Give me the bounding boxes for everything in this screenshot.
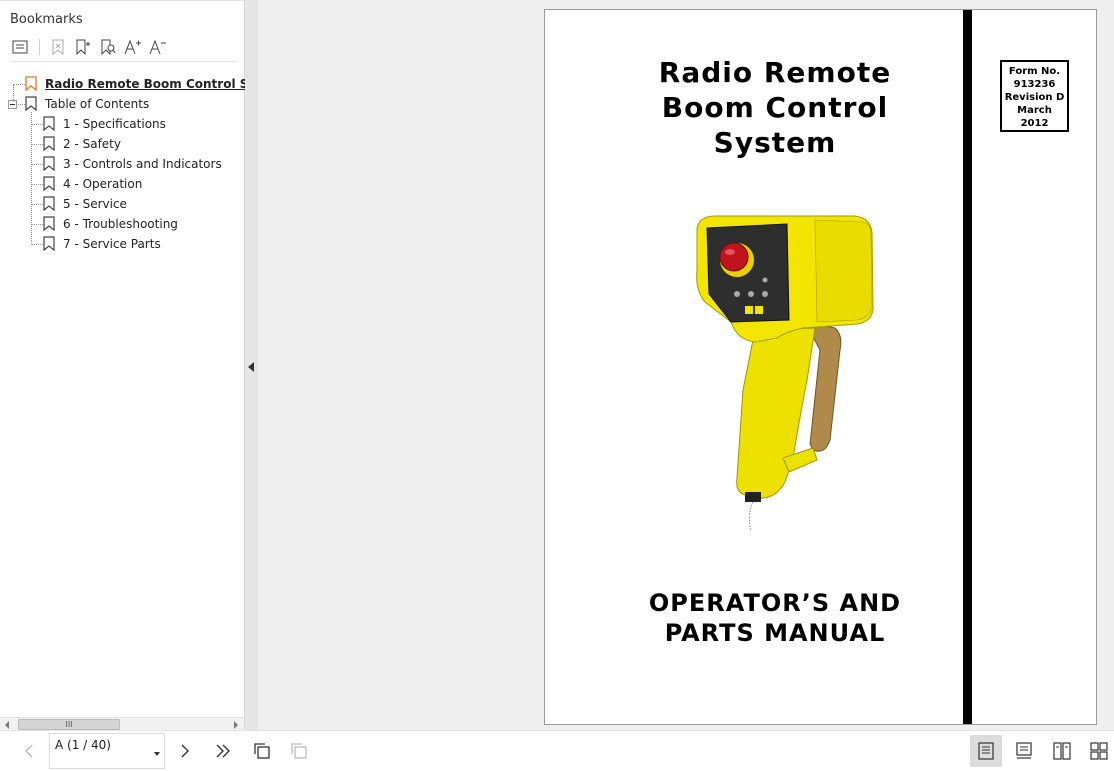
form-line: 2012	[1020, 118, 1049, 129]
tree-connector	[31, 224, 43, 225]
bookmark-label: 5 - Service	[63, 197, 127, 211]
tree-connector	[31, 204, 43, 205]
cover-black-bar	[963, 10, 972, 724]
scroll-right-icon[interactable]	[234, 721, 238, 729]
bookmark-item-toc[interactable]: Table of Contents	[25, 94, 149, 114]
bottom-navigation-bar: A (1 / 40)	[0, 730, 1114, 771]
bookmark-item-controls[interactable]: 3 - Controls and Indicators	[43, 154, 222, 174]
bookmark-item-specifications[interactable]: 1 - Specifications	[43, 114, 166, 134]
form-line: 913236	[1013, 79, 1056, 90]
manual-title: OPERATOR’S AND PARTS MANUAL	[605, 588, 945, 648]
tree-connector	[18, 104, 25, 105]
sidebar-splitter[interactable]	[245, 0, 258, 730]
bookmark-icon	[43, 116, 57, 132]
bookmark-icon	[43, 156, 57, 172]
bookmark-label: 6 - Troubleshooting	[63, 217, 178, 231]
page-selector[interactable]: A (1 / 40)	[49, 733, 165, 769]
manual-line: PARTS MANUAL	[664, 619, 886, 647]
bookmark-label: 1 - Specifications	[63, 117, 166, 131]
page-indicator: A (1 / 40)	[55, 738, 111, 752]
bookmark-item-service[interactable]: 5 - Service	[43, 194, 127, 214]
bookmarks-toolbar	[10, 37, 173, 57]
scrollbar-thumb[interactable]: III	[18, 719, 120, 730]
add-bookmark-icon[interactable]	[73, 38, 93, 56]
find-bookmark-icon[interactable]	[98, 38, 118, 56]
toolbar-separator	[39, 39, 40, 55]
bookmark-label: 4 - Operation	[63, 177, 143, 191]
remote-control-photo	[696, 215, 874, 531]
tree-connector	[31, 112, 32, 245]
bookmark-label: Table of Contents	[45, 97, 150, 111]
copy-page-icon[interactable]	[251, 740, 273, 762]
tree-connector	[31, 244, 43, 245]
scroll-left-icon[interactable]	[5, 721, 9, 729]
delete-bookmark-icon[interactable]	[48, 38, 68, 56]
next-page-icon[interactable]	[174, 740, 196, 762]
tree-connector	[31, 124, 43, 125]
bookmark-item-troubleshooting[interactable]: 6 - Troubleshooting	[43, 214, 178, 234]
bookmarks-panel: Bookmarks Radio Remote Boom Control Syst…	[0, 0, 290, 732]
form-line: Form No.	[1008, 66, 1061, 77]
title-line: Radio Remote	[658, 56, 892, 89]
decrease-font-icon[interactable]	[148, 38, 168, 56]
increase-font-icon[interactable]	[123, 38, 143, 56]
document-title: Radio Remote Boom Control System	[605, 55, 945, 160]
document-viewer: Radio Remote Boom Control System Form No…	[258, 0, 1114, 730]
tree-connector	[31, 184, 43, 185]
bookmark-icon	[43, 196, 57, 212]
bookmark-icon	[25, 76, 39, 92]
form-line: Revision D	[1004, 92, 1065, 103]
bookmark-item-operation[interactable]: 4 - Operation	[43, 174, 142, 194]
two-page-icon[interactable]	[1046, 735, 1078, 767]
last-page-icon[interactable]	[212, 740, 234, 762]
bookmark-item-service-parts[interactable]: 7 - Service Parts	[43, 234, 161, 254]
title-line: System	[713, 126, 837, 159]
toolbar-divider	[10, 61, 238, 62]
bookmark-icon	[43, 176, 57, 192]
bookmarks-title: Bookmarks	[10, 12, 83, 27]
two-page-continuous-icon[interactable]	[1083, 735, 1114, 767]
form-number-box: Form No. 913236 Revision D March 2012	[1000, 60, 1069, 132]
bookmark-label: 2 - Safety	[63, 137, 121, 151]
title-line: Boom Control	[661, 91, 889, 124]
outline-menu-icon[interactable]	[10, 38, 30, 56]
continuous-page-icon[interactable]	[1008, 735, 1040, 767]
previous-page-icon[interactable]	[18, 740, 40, 762]
manual-line: OPERATOR’S AND	[648, 589, 902, 617]
form-line: March	[1017, 105, 1052, 116]
bookmark-item-safety[interactable]: 2 - Safety	[43, 134, 121, 154]
tree-connector	[13, 84, 25, 85]
paste-page-icon[interactable]	[288, 740, 310, 762]
bookmark-label: 3 - Controls and Indicators	[63, 157, 222, 171]
pdf-page: Radio Remote Boom Control System Form No…	[544, 9, 1097, 725]
bookmark-icon	[43, 216, 57, 232]
tree-connector	[31, 164, 43, 165]
tree-connector	[31, 144, 43, 145]
bookmark-icon	[25, 96, 39, 112]
collapse-toggle-icon[interactable]	[8, 100, 17, 109]
collapse-sidebar-icon[interactable]	[248, 362, 254, 372]
single-page-icon[interactable]	[970, 735, 1002, 767]
bookmark-icon	[43, 136, 57, 152]
chevron-down-icon[interactable]	[154, 752, 160, 756]
bookmark-icon	[43, 236, 57, 252]
bookmark-label: 7 - Service Parts	[63, 237, 161, 251]
